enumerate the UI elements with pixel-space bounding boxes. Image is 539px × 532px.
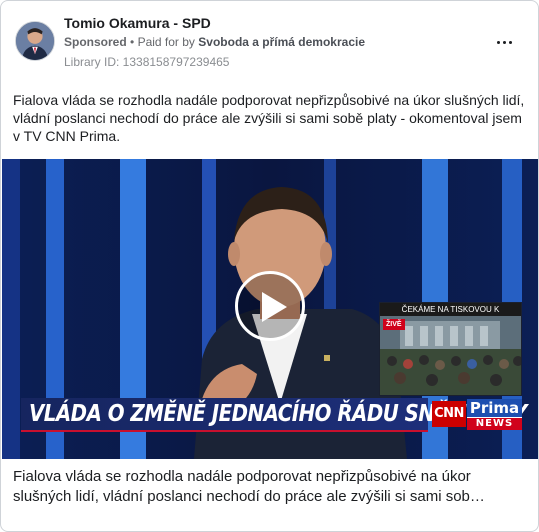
ad-card: Tomio Okamura - SPD Sponsored • Paid for…: [0, 0, 539, 532]
page-name[interactable]: Tomio Okamura - SPD: [64, 15, 211, 31]
play-button[interactable]: [235, 271, 305, 341]
more-horizontal-icon-dot: [508, 40, 512, 44]
separator-dot: •: [130, 35, 135, 49]
post-header: Tomio Okamura - SPD Sponsored • Paid for…: [13, 13, 526, 71]
sponsored-label: Sponsored: [64, 35, 127, 49]
inset-live-feed: ČEKÁME NA TISKOVOU K ŽIVĚ: [379, 302, 522, 396]
video-caption: Fialova vláda se rozhodla nadále podporo…: [13, 467, 528, 507]
inset-title: ČEKÁME NA TISKOVOU K: [380, 303, 521, 316]
payer-link[interactable]: Svoboda a přímá demokracie: [198, 35, 365, 49]
caption-line-2: slušných lidí, vládní poslanci nechodí d…: [13, 488, 485, 505]
prima-logo-word: Prima: [467, 399, 522, 417]
caption-line-1: Fialova vláda se rozhodla nadále podporo…: [13, 468, 471, 485]
more-horizontal-icon-dot: [502, 40, 506, 44]
news-logo-word: NEWS: [467, 418, 522, 430]
avatar-image: [16, 22, 54, 60]
video-player[interactable]: ČEKÁME NA TISKOVOU K ŽIVĚ VLÁDA O ZMĚNĚ …: [2, 159, 538, 459]
sponsor-line: Sponsored • Paid for by Svoboda a přímá …: [64, 35, 365, 49]
more-options-button[interactable]: [492, 33, 516, 51]
live-badge: ŽIVĚ: [383, 319, 405, 330]
avatar[interactable]: [15, 21, 55, 61]
prima-news-logo: Prima NEWS: [467, 399, 522, 430]
news-chyron: VLÁDA O ZMĚNĚ JEDNACÍHO ŘÁDU SNĚMOVNY: [21, 398, 527, 432]
paid-for-by-label: Paid for by: [137, 35, 195, 49]
cnn-logo: CNN: [432, 401, 466, 427]
more-horizontal-icon: [496, 40, 500, 44]
play-icon: [262, 292, 287, 322]
post-body-text: Fialova vláda se rozhodla nadále podporo…: [13, 92, 525, 144]
library-id: Library ID: 1338158797239465: [64, 55, 230, 69]
